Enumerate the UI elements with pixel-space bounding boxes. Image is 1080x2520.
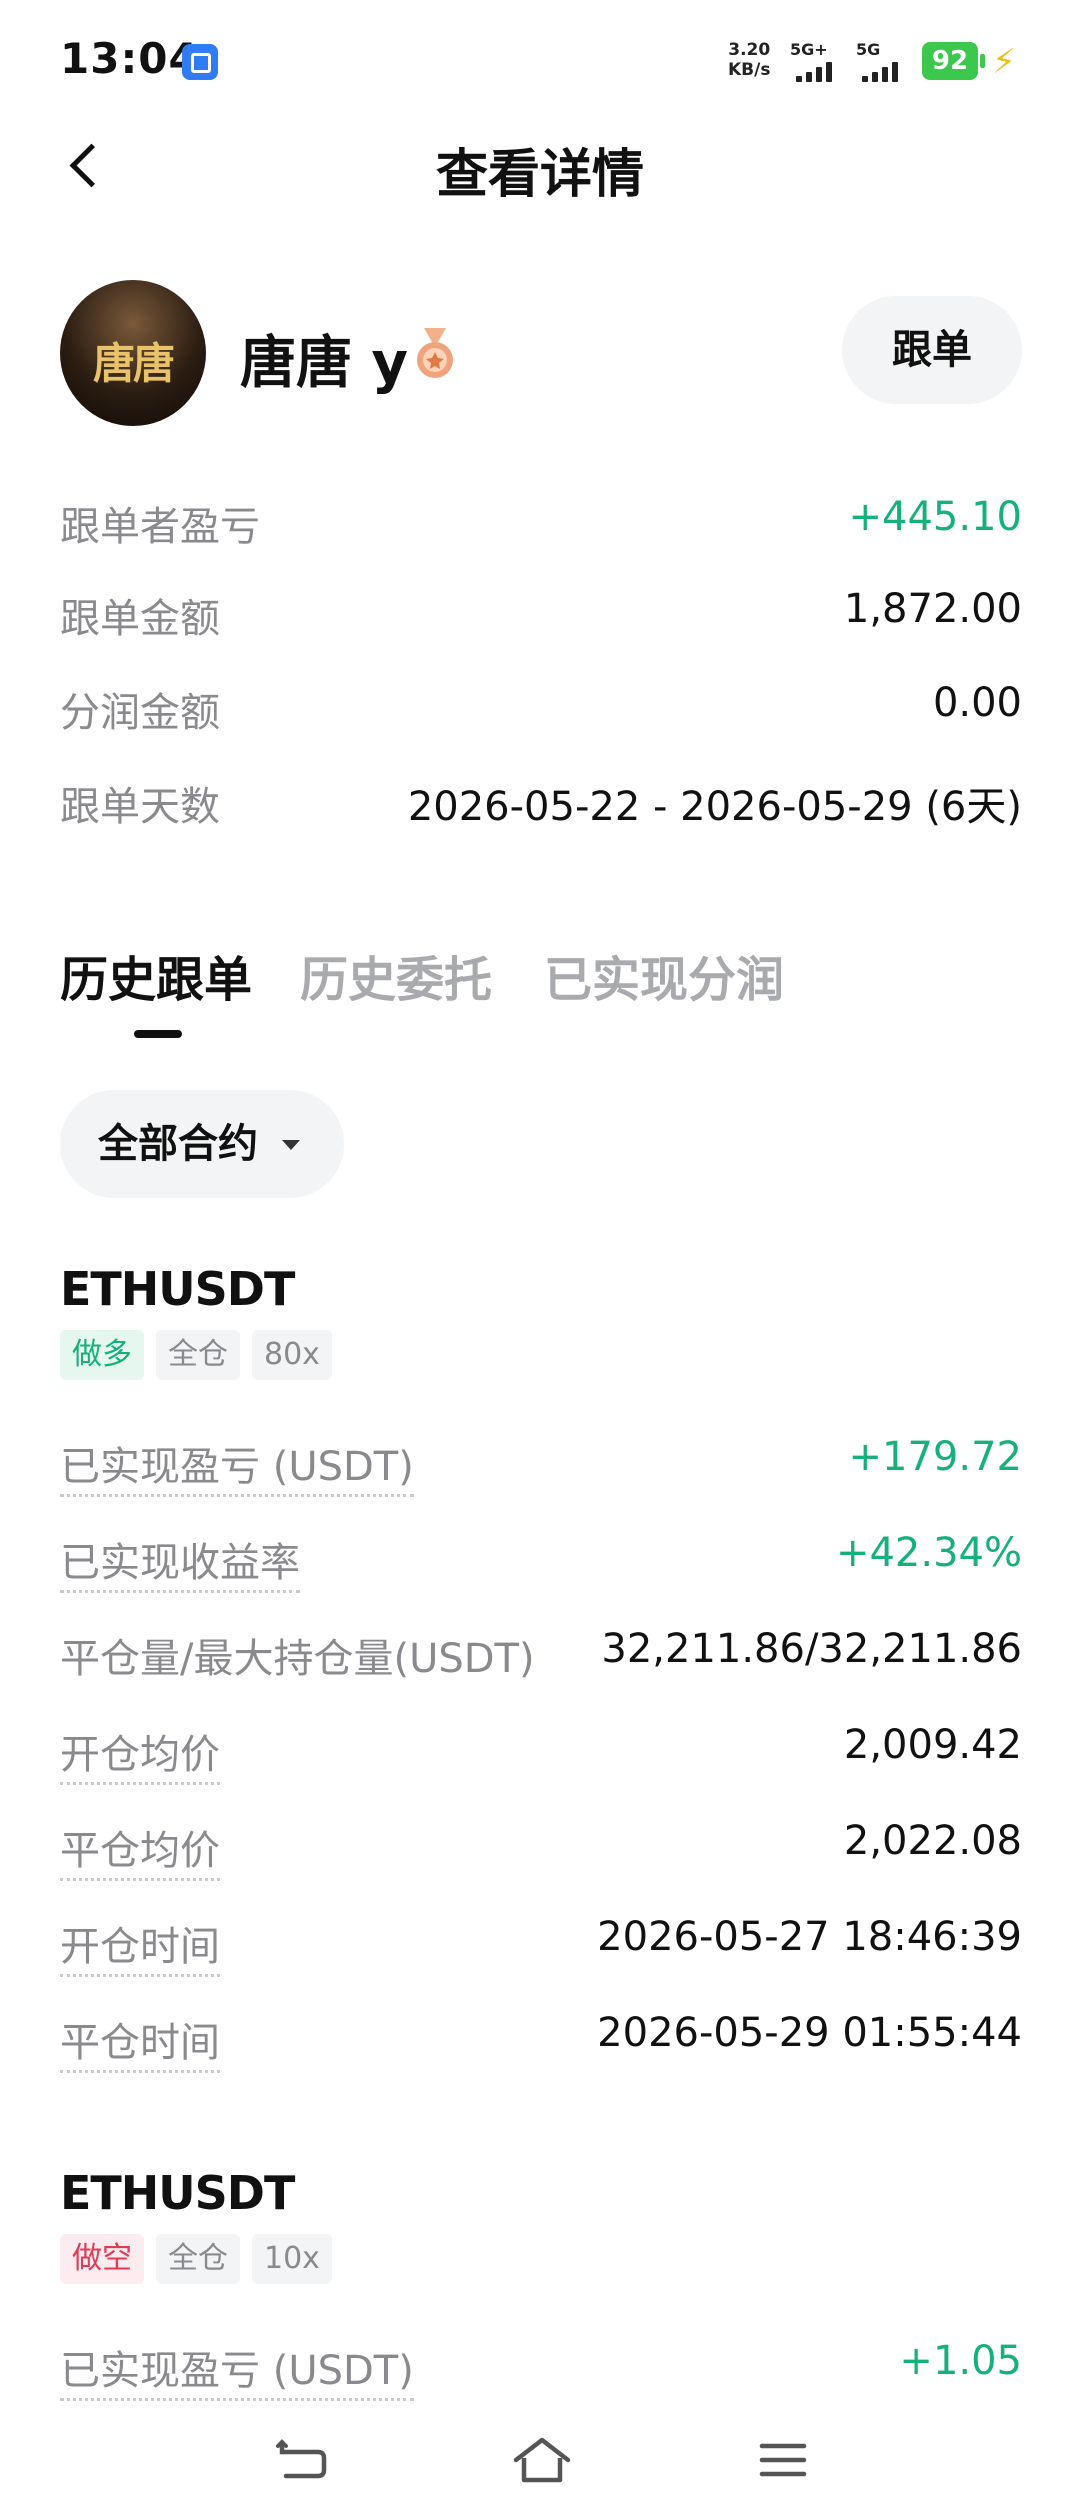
order-symbol: ETHUSDT xyxy=(60,2166,295,2220)
detail-value: 2026-05-27 18:46:39 xyxy=(597,1914,1022,1960)
bronze-medal-icon xyxy=(417,328,453,378)
detail-label: 开仓时间 xyxy=(60,1914,220,1977)
tab-history-orders[interactable]: 历史委托 xyxy=(300,940,492,1010)
summary-row-copy-amount: 跟单金额 1,872.00 xyxy=(60,586,1022,646)
order-row-close-volume: 平仓量/最大持仓量(USDT) 32,211.86/32,211.86 xyxy=(60,1626,1022,1690)
tab-indicator xyxy=(134,1030,182,1038)
trader-name: 唐唐 y xyxy=(240,331,408,396)
margin-mode-tag: 全仓 xyxy=(156,1330,240,1380)
detail-label: 平仓均价 xyxy=(60,1818,220,1881)
screen-capture-icon xyxy=(182,44,218,80)
summary-row-copy-days: 跟单天数 2026-05-22 - 2026-05-29 (6天) xyxy=(60,774,1022,834)
margin-mode-tag: 全仓 xyxy=(156,2234,240,2284)
detail-value: +1.05 xyxy=(899,2338,1022,2384)
avatar[interactable]: 唐唐 xyxy=(60,280,206,426)
status-bar: 13:04 3.20 KB/s 5G+ 5G 92 ⚡ xyxy=(0,0,1080,120)
status-time: 13:04 xyxy=(60,34,199,83)
summary-value: 1,872.00 xyxy=(843,586,1022,632)
battery-cap xyxy=(980,54,985,68)
direction-tag: 做空 xyxy=(60,2234,144,2284)
order-row-realized-roi[interactable]: 已实现收益率 +42.34% xyxy=(60,1530,1022,1594)
detail-label: 开仓均价 xyxy=(60,1722,220,1785)
tab-history-copy[interactable]: 历史跟单 xyxy=(60,940,252,1010)
summary-label: 分润金额 xyxy=(60,690,220,736)
leverage-tag: 10x xyxy=(252,2234,332,2284)
nav-home-icon[interactable] xyxy=(512,2434,572,2486)
detail-label: 平仓量/最大持仓量(USDT) xyxy=(60,1636,535,1682)
summary-value: 2026-05-22 - 2026-05-29 (6天) xyxy=(407,784,1022,830)
leverage-tag: 80x xyxy=(252,1330,332,1380)
order-row-realized-pnl[interactable]: 已实现盈亏 (USDT) +179.72 xyxy=(60,1434,1022,1498)
page-title: 查看详情 xyxy=(435,145,644,205)
network-speed: 3.20 KB/s xyxy=(728,40,770,80)
battery-icon: 92 xyxy=(922,42,978,80)
detail-value: 2,022.08 xyxy=(843,1818,1022,1864)
detail-value: 32,211.86/32,211.86 xyxy=(601,1626,1022,1672)
summary-label: 跟单天数 xyxy=(60,784,220,830)
caret-down-icon xyxy=(282,1140,300,1150)
order-row-close-avg-price[interactable]: 平仓均价 2,022.08 xyxy=(60,1818,1022,1882)
order-symbol: ETHUSDT xyxy=(60,1262,295,1316)
nav-back-icon[interactable] xyxy=(276,2438,328,2482)
filter-label: 全部合约 xyxy=(98,1121,258,1167)
detail-value: 2,009.42 xyxy=(843,1722,1022,1768)
summary-value: +445.10 xyxy=(848,494,1022,540)
detail-value: 2026-05-29 01:55:44 xyxy=(597,2010,1022,2056)
network-speed-value: 3.20 xyxy=(728,40,771,60)
detail-value: +42.34% xyxy=(835,1530,1022,1576)
avatar-text: 唐唐 xyxy=(92,339,175,388)
detail-label: 已实现收益率 xyxy=(60,1530,300,1593)
summary-row-profit-share: 分润金额 0.00 xyxy=(60,680,1022,740)
signal-label: 5G+ xyxy=(790,40,828,59)
detail-label: 已实现盈亏 (USDT) xyxy=(60,1434,414,1497)
charging-icon: ⚡ xyxy=(992,42,1016,82)
detail-value: +179.72 xyxy=(848,1434,1022,1480)
signal-5g-icon: 5G xyxy=(856,40,908,82)
tab-realized-profit-share[interactable]: 已实现分润 xyxy=(544,940,784,1010)
detail-label: 已实现盈亏 (USDT) xyxy=(60,2338,414,2401)
nav-menu-icon[interactable] xyxy=(758,2440,808,2480)
summary-row-copier-pnl: 跟单者盈亏 +445.10 xyxy=(60,494,1022,554)
follow-button[interactable]: 跟单 xyxy=(842,296,1022,404)
contract-filter-dropdown[interactable]: 全部合约 xyxy=(60,1090,344,1198)
order-row-close-time[interactable]: 平仓时间 2026-05-29 01:55:44 xyxy=(60,2010,1022,2074)
summary-value: 0.00 xyxy=(932,680,1022,726)
signal-5g-plus-icon: 5G+ xyxy=(790,40,842,82)
signal-label: 5G xyxy=(856,40,881,59)
order-row-open-time[interactable]: 开仓时间 2026-05-27 18:46:39 xyxy=(60,1914,1022,1978)
direction-tag: 做多 xyxy=(60,1330,144,1380)
order-row-realized-pnl[interactable]: 已实现盈亏 (USDT) +1.05 xyxy=(60,2338,1022,2402)
system-navigation-bar xyxy=(0,2420,1080,2520)
detail-label: 平仓时间 xyxy=(60,2010,220,2073)
summary-label: 跟单者盈亏 xyxy=(60,504,260,550)
network-speed-unit: KB/s xyxy=(728,60,771,80)
order-row-open-avg-price[interactable]: 开仓均价 2,009.42 xyxy=(60,1722,1022,1786)
summary-label: 跟单金额 xyxy=(60,596,220,642)
